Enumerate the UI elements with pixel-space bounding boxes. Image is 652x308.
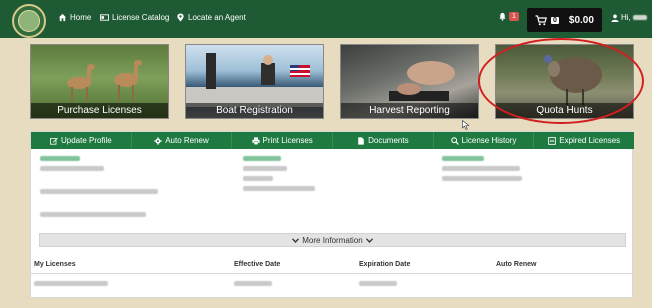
user-name-redacted: [632, 15, 647, 20]
licenses-table-header: My Licenses Effective Date Expiration Da…: [31, 261, 634, 272]
nav-locate-agent[interactable]: Locate an Agent: [176, 13, 246, 22]
redacted-name: [40, 156, 80, 161]
nav-license-catalog-label: License Catalog: [112, 13, 170, 22]
highlight-annotation: [478, 38, 644, 124]
tab-auto-renew[interactable]: Auto Renew: [132, 132, 233, 149]
nav-home-label: Home: [70, 13, 92, 22]
notifications-button[interactable]: 1: [498, 12, 519, 21]
chevron-down-icon: [365, 237, 373, 243]
column-header-my-licenses: My Licenses: [34, 261, 76, 268]
redacted-effective-date: [234, 281, 272, 286]
profile-summary: [40, 156, 626, 230]
redacted-text: [40, 212, 146, 217]
chevron-down-icon: [292, 237, 300, 243]
id-card-icon: [100, 14, 109, 21]
nav-license-catalog[interactable]: License Catalog: [100, 13, 169, 22]
profile-column-1: [40, 156, 158, 222]
cart-total: $0.00: [568, 14, 594, 26]
redacted-text: [40, 189, 158, 194]
more-information-label: More Information: [302, 235, 363, 245]
tab-label: Documents: [368, 136, 409, 145]
profile-column-3: [442, 156, 522, 186]
agency-logo[interactable]: [12, 4, 46, 38]
document-icon: [358, 136, 364, 145]
column-header-expiration-date: Expiration Date: [359, 261, 411, 268]
tile-harvest-reporting[interactable]: Harvest Reporting: [340, 44, 479, 119]
tab-label: Auto Renew: [165, 136, 209, 145]
logo-emblem: [18, 10, 40, 32]
print-icon: [251, 136, 260, 145]
tab-label: Update Profile: [60, 136, 112, 145]
tab-print-licenses[interactable]: Print Licenses: [232, 132, 334, 149]
redacted-text: [243, 186, 315, 191]
column-header-auto-renew: Auto Renew: [496, 261, 537, 268]
nav-locate-agent-label: Locate an Agent: [188, 13, 246, 22]
top-navbar: Home License Catalog Locate an Agent 1 0…: [0, 0, 652, 38]
tab-label: Expired Licenses: [559, 136, 621, 145]
more-information-toggle[interactable]: More Information: [39, 233, 626, 247]
gear-icon: [154, 136, 162, 145]
home-icon: [58, 13, 67, 22]
table-row[interactable]: [31, 280, 634, 288]
map-marker-icon: [177, 13, 184, 22]
tile-boat-registration[interactable]: Boat Registration Management: [185, 44, 324, 119]
table-divider: [31, 273, 634, 274]
shopping-cart-icon: [535, 14, 547, 25]
tile-label: Harvest Reporting: [341, 103, 478, 118]
tab-license-history[interactable]: License History: [434, 132, 535, 149]
redacted-text: [442, 176, 522, 181]
redacted-expiration-date: [359, 281, 397, 286]
cart-count: 0: [551, 16, 559, 24]
user-menu[interactable]: Hi,: [611, 13, 647, 22]
nav-home[interactable]: Home: [58, 13, 91, 22]
tile-purchase-licenses[interactable]: Purchase Licenses: [30, 44, 169, 119]
tile-label: Purchase Licenses: [31, 103, 168, 118]
profile-column-2: [243, 156, 315, 196]
tile-label: Boat Registration Management: [186, 103, 323, 118]
notification-count: 1: [509, 12, 519, 21]
redacted-text: [243, 176, 273, 181]
redacted-text: [40, 166, 104, 171]
edit-icon: [49, 137, 58, 145]
cart-button[interactable]: 0 $0.00: [527, 8, 602, 32]
redacted-license-name: [34, 281, 108, 286]
tab-label: Print Licenses: [262, 136, 313, 145]
account-panel: Update Profile Auto Renew Print Licenses…: [30, 131, 634, 298]
tab-documents[interactable]: Documents: [333, 132, 434, 149]
tab-update-profile[interactable]: Update Profile: [31, 132, 132, 149]
redacted-heading: [442, 156, 484, 161]
redacted-text: [442, 166, 520, 171]
bell-icon: [499, 12, 506, 21]
expired-icon: [548, 136, 557, 145]
redacted-text: [243, 166, 287, 171]
column-header-effective-date: Effective Date: [234, 261, 281, 268]
user-icon: [611, 14, 619, 22]
mouse-cursor-icon: [462, 120, 470, 130]
search-icon: [450, 136, 459, 145]
redacted-heading: [243, 156, 281, 161]
account-actions-bar: Update Profile Auto Renew Print Licenses…: [31, 132, 634, 149]
user-greeting: Hi,: [621, 13, 631, 22]
tab-expired-licenses[interactable]: Expired Licenses: [534, 132, 634, 149]
tab-label: License History: [461, 136, 517, 145]
